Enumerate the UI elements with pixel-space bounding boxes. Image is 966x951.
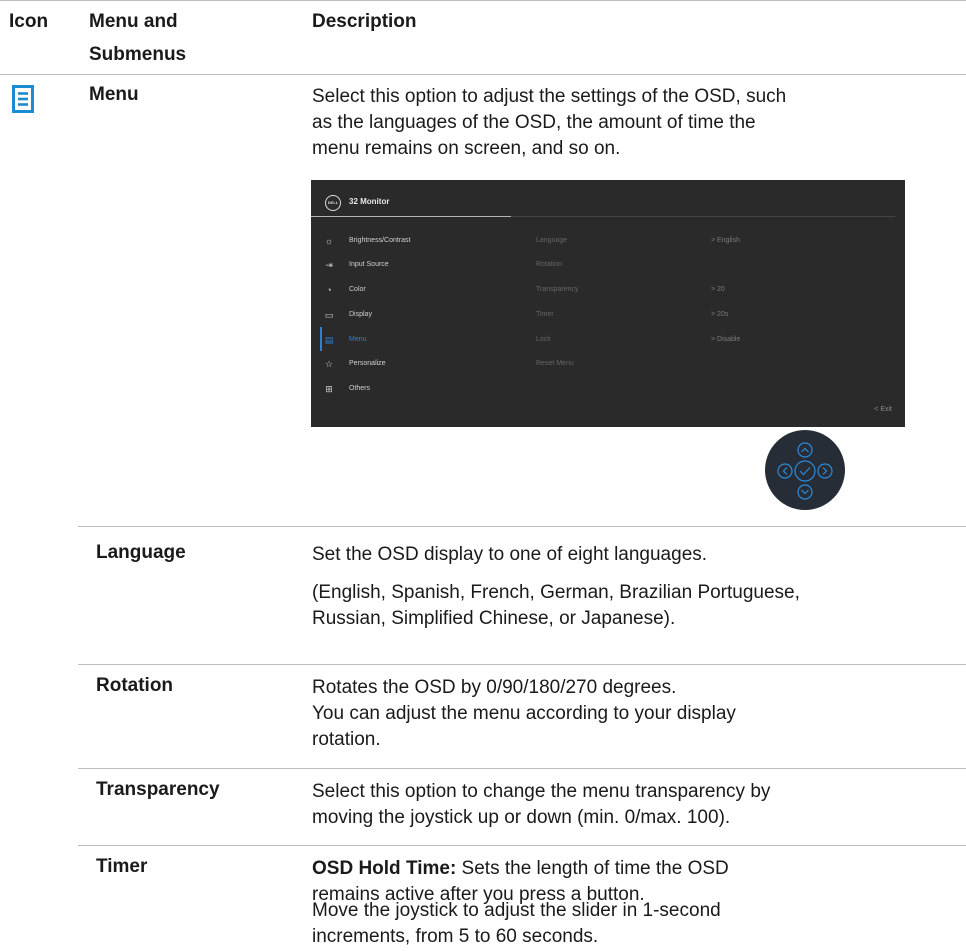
up-arrow-icon	[797, 442, 813, 458]
osd-screenshot: DELL 32 Monitor ☼ Brightness/Contrast ⇥ …	[311, 180, 905, 427]
others-icon: ⊞	[325, 384, 333, 394]
check-icon	[794, 460, 816, 482]
timer-slider-line: Move the joystick to adjust the slider i…	[312, 900, 721, 921]
header-icon: Icon	[9, 11, 49, 32]
language-description: Set the OSD display to one of eight lang…	[312, 542, 932, 568]
header-bottom-rule	[0, 74, 966, 75]
language-list-line: Russian, Simplified Chinese, or Japanese…	[312, 608, 676, 629]
language-description-line: Set the OSD display to one of eight lang…	[312, 544, 708, 565]
timer-description-text: Sets the length of time the OSD	[456, 858, 729, 879]
osd-menu-item-label: Brightness/Contrast	[349, 237, 411, 244]
rotation-label: Rotation	[96, 675, 174, 696]
osd-setting-language[interactable]: Language	[536, 237, 567, 244]
menu-description-line: as the languages of the OSD, the amount …	[312, 112, 756, 133]
menu-description-line: menu remains on screen, and so on.	[312, 138, 621, 159]
right-arrow-icon	[817, 463, 833, 479]
transparency-description-line: Select this option to change the menu tr…	[312, 781, 771, 802]
document-lines-icon	[12, 85, 34, 118]
osd-setting-reset-menu[interactable]: Reset Menu	[536, 360, 574, 367]
rotation-description: Rotates the OSD by 0/90/180/270 degrees.…	[312, 675, 932, 753]
osd-menu-item-label: Display	[349, 311, 372, 318]
menu-row-bottom-rule	[78, 526, 966, 527]
timer-description-line: OSD Hold Time: Sets the length of time t…	[312, 856, 932, 882]
rotation-row-bottom-rule	[78, 768, 966, 769]
header-menu-line1: Menu and	[89, 11, 178, 32]
transparency-label: Transparency	[96, 779, 220, 800]
language-list-line: (English, Spanish, French, German, Brazi…	[312, 582, 800, 603]
transparency-description: Select this option to change the menu tr…	[312, 779, 932, 831]
osd-title: 32 Monitor	[349, 197, 390, 206]
osd-menu-item-label: Personalize	[349, 360, 386, 367]
transparency-description-line: moving the joystick up or down (min. 0/m…	[312, 807, 731, 828]
rotation-description-line: You can adjust the menu according to you…	[312, 703, 736, 724]
menu-description: Select this option to adjust the setting…	[312, 84, 942, 162]
header-menu-line2: Submenus	[89, 44, 187, 65]
osd-menu-item-label: Menu	[349, 336, 367, 343]
down-arrow-icon	[797, 484, 813, 500]
osd-setting-value: > Disable	[711, 336, 741, 343]
osd-hold-time-label: OSD Hold Time:	[312, 858, 457, 879]
timer-label: Timer	[96, 856, 148, 877]
language-row-bottom-rule	[78, 664, 966, 665]
palette-icon: ◔	[326, 285, 332, 295]
rotation-description-line: rotation.	[312, 729, 381, 750]
osd-setting-rotation[interactable]: Rotation	[536, 261, 562, 268]
osd-setting-lock[interactable]: Lock	[536, 336, 551, 343]
menu-icon: ▤	[324, 335, 334, 345]
language-list: (English, Spanish, French, German, Brazi…	[312, 580, 932, 632]
osd-setting-value: > English	[711, 237, 740, 244]
osd-menu-item-label: Color	[349, 286, 366, 293]
osd-active-indicator	[320, 327, 322, 351]
rotation-description-line: Rotates the OSD by 0/90/180/270 degrees.	[312, 677, 677, 698]
display-icon: ▭	[324, 310, 334, 320]
left-arrow-icon	[777, 463, 793, 479]
star-icon: ☆	[324, 359, 334, 369]
joystick-graphic	[765, 430, 845, 510]
sun-icon: ☼	[324, 236, 334, 246]
osd-setting-value: > 20	[711, 286, 725, 293]
timer-slider-description: Move the joystick to adjust the slider i…	[312, 898, 932, 950]
menu-label: Menu	[89, 84, 139, 105]
dell-logo: DELL	[325, 195, 341, 211]
language-label: Language	[96, 542, 186, 563]
transparency-row-bottom-rule	[78, 845, 966, 846]
osd-title-underline	[311, 216, 511, 217]
table-top-rule	[0, 0, 966, 1]
osd-setting-value: > 20s	[711, 311, 729, 318]
osd-setting-transparency[interactable]: Transparency	[536, 286, 579, 293]
input-icon: ⇥	[325, 260, 333, 270]
header-description: Description	[312, 11, 417, 32]
osd-title-divider	[511, 216, 895, 217]
menu-description-line: Select this option to adjust the setting…	[312, 86, 787, 107]
osd-menu-item-label: Others	[349, 385, 371, 392]
timer-slider-line: increments, from 5 to 60 seconds.	[312, 926, 599, 947]
osd-exit-button[interactable]: < Exit	[874, 406, 892, 413]
osd-menu-item-label: Input Source	[349, 261, 389, 268]
osd-setting-timer[interactable]: Timer	[536, 311, 554, 318]
